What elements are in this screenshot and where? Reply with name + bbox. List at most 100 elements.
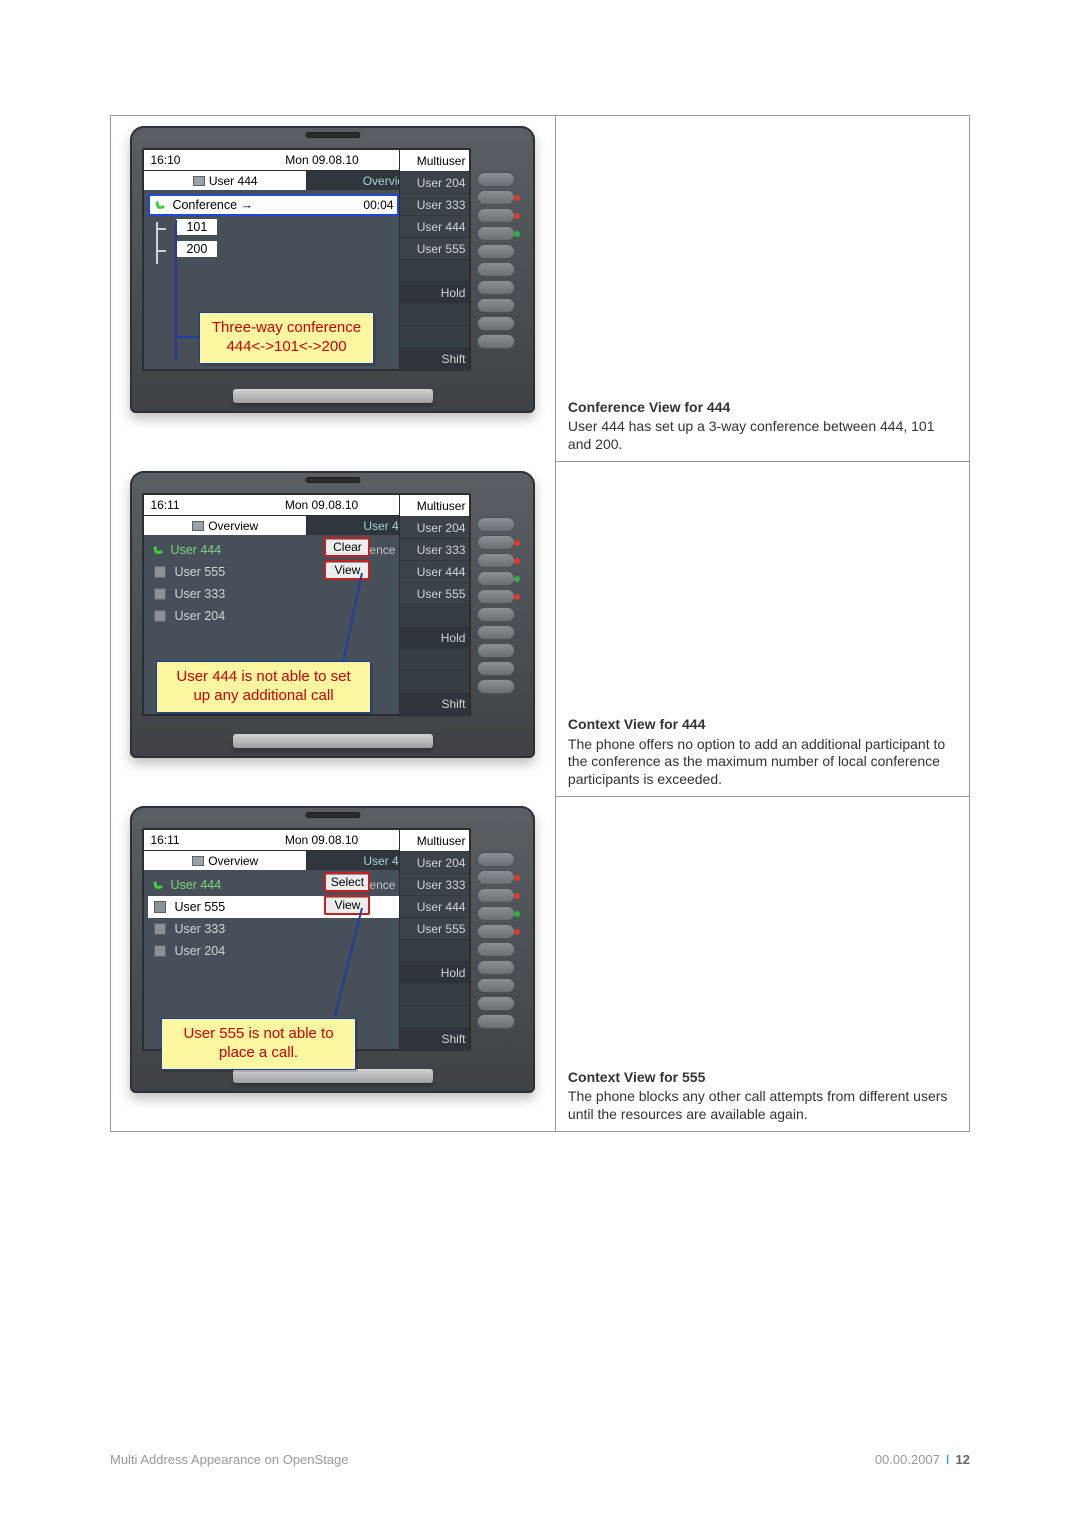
footer-date: 00.00.2007 (875, 1452, 940, 1467)
hardkey[interactable] (477, 1014, 515, 1029)
hardkey[interactable] (477, 262, 515, 277)
side-hold[interactable]: Hold (400, 282, 469, 304)
hardkey[interactable] (477, 244, 515, 259)
hardkey[interactable] (477, 571, 515, 586)
held-icon (154, 923, 166, 935)
hardkey[interactable] (477, 942, 515, 957)
hardkey[interactable] (477, 607, 515, 622)
side-user204[interactable]: User 204 (400, 172, 469, 194)
side-shift[interactable]: Shift (400, 693, 469, 715)
hardkey[interactable] (477, 334, 515, 349)
row-user333[interactable]: User 333 (148, 918, 399, 940)
hardkey[interactable] (477, 280, 515, 295)
call-icon (154, 880, 163, 889)
row-user333[interactable]: User 333 (148, 583, 399, 605)
hardkey[interactable] (477, 190, 515, 205)
side-shift[interactable]: Shift (400, 348, 469, 370)
speaker-slot (305, 812, 360, 818)
tab-label: User 444 (209, 174, 258, 188)
hardkey[interactable] (477, 679, 515, 694)
caption-title: Context View for 444 (568, 716, 951, 734)
hardkey[interactable] (477, 643, 515, 658)
side-user555[interactable]: User 555 (400, 238, 469, 260)
tab-overview[interactable]: Overview (144, 515, 307, 535)
call-icon (154, 545, 163, 554)
side-hold[interactable]: Hold (400, 962, 469, 984)
row-user204[interactable]: User 204 (148, 940, 399, 962)
caption-body: The phone blocks any other call attempts… (568, 1088, 951, 1123)
side-multiuser: Multiuser (400, 150, 469, 172)
call-icon (156, 200, 165, 209)
page-footer: Multi Address Appearance on OpenStage 00… (110, 1452, 970, 1467)
hardkey[interactable] (477, 661, 515, 676)
softkey-column: Multiuser User 204 User 333 User 444 Use… (399, 150, 469, 369)
hardkey[interactable] (477, 906, 515, 921)
view-button[interactable]: View (324, 560, 370, 580)
hardkey[interactable] (477, 226, 515, 241)
callout-text: up any additional call (167, 687, 360, 706)
tab-user444[interactable]: User 444 (144, 170, 307, 190)
callout-no-additional: User 444 is not able to set up any addit… (156, 661, 371, 713)
hardkey[interactable] (477, 553, 515, 568)
callout-text: place a call. (172, 1044, 345, 1063)
hardkey[interactable] (477, 978, 515, 993)
softkey-column: Multiuser User 204 User 333 User 444 Use… (399, 830, 469, 1049)
footer-page: 12 (956, 1452, 970, 1467)
side-user333[interactable]: User 333 (400, 194, 469, 216)
side-hold[interactable]: Hold (400, 627, 469, 649)
speaker-slot (305, 132, 360, 138)
conference-row[interactable]: Conference → 00:04 (148, 194, 399, 216)
document-figure: 16:10 Mon 09.08.10 User 444 (110, 115, 970, 1132)
hardkey[interactable] (477, 298, 515, 313)
hardkey[interactable] (477, 172, 515, 187)
held-icon (154, 901, 166, 913)
callout-conference: Three-way conference 444<->101<->200 (199, 312, 374, 364)
view-button[interactable]: View (324, 895, 370, 915)
hardkey-column (471, 148, 523, 349)
hardkey[interactable] (477, 625, 515, 640)
softkey-column: Multiuser User 204 User 333 User 444 Use… (399, 495, 469, 714)
row-label: User 204 (174, 944, 225, 958)
side-shift[interactable]: Shift (400, 1028, 469, 1050)
row-user204[interactable]: User 204 (148, 605, 399, 627)
side-user444[interactable]: User 444 (400, 896, 469, 918)
tab-overview[interactable]: Overview (144, 850, 307, 870)
side-user444[interactable]: User 444 (400, 216, 469, 238)
hardkey[interactable] (477, 960, 515, 975)
row-label: User 333 (174, 922, 225, 936)
hardkey[interactable] (477, 316, 515, 331)
side-multiuser: Multiuser (400, 495, 469, 517)
footer-title: Multi Address Appearance on OpenStage (110, 1452, 349, 1467)
side-user333[interactable]: User 333 (400, 874, 469, 896)
hardkey[interactable] (477, 924, 515, 939)
hardkey[interactable] (477, 888, 515, 903)
hardkey[interactable] (477, 208, 515, 223)
tab-icon (192, 856, 204, 866)
hardkey[interactable] (477, 517, 515, 532)
callout-cannot-place: User 555 is not able to place a call. (161, 1018, 356, 1070)
side-user333[interactable]: User 333 (400, 539, 469, 561)
side-user555[interactable]: User 555 (400, 918, 469, 940)
callout-text: 444<->101<->200 (210, 338, 363, 357)
time-label: 16:10 (150, 153, 180, 167)
hardkey[interactable] (477, 996, 515, 1011)
hardkey[interactable] (477, 589, 515, 604)
hardkey[interactable] (477, 852, 515, 867)
side-user444[interactable]: User 444 (400, 561, 469, 583)
date-label: Mon 09.08.10 (285, 153, 358, 167)
row-label: User 333 (174, 587, 225, 601)
side-user204[interactable]: User 204 (400, 852, 469, 874)
side-user204[interactable]: User 204 (400, 517, 469, 539)
phone-stand (233, 1069, 433, 1083)
callout-text: Three-way conference (210, 319, 363, 338)
row-label: User 555 (174, 900, 225, 914)
select-button[interactable]: Select (324, 872, 370, 892)
side-user555[interactable]: User 555 (400, 583, 469, 605)
clear-button[interactable]: Clear (324, 537, 370, 557)
phone-device-2: 16:11 Mon 09.08.10 Overview (130, 471, 535, 758)
row-label: User 444 (170, 543, 221, 557)
hardkey[interactable] (477, 870, 515, 885)
hardkey[interactable] (477, 535, 515, 550)
row-label: User 444 (170, 878, 221, 892)
held-icon (154, 610, 166, 622)
